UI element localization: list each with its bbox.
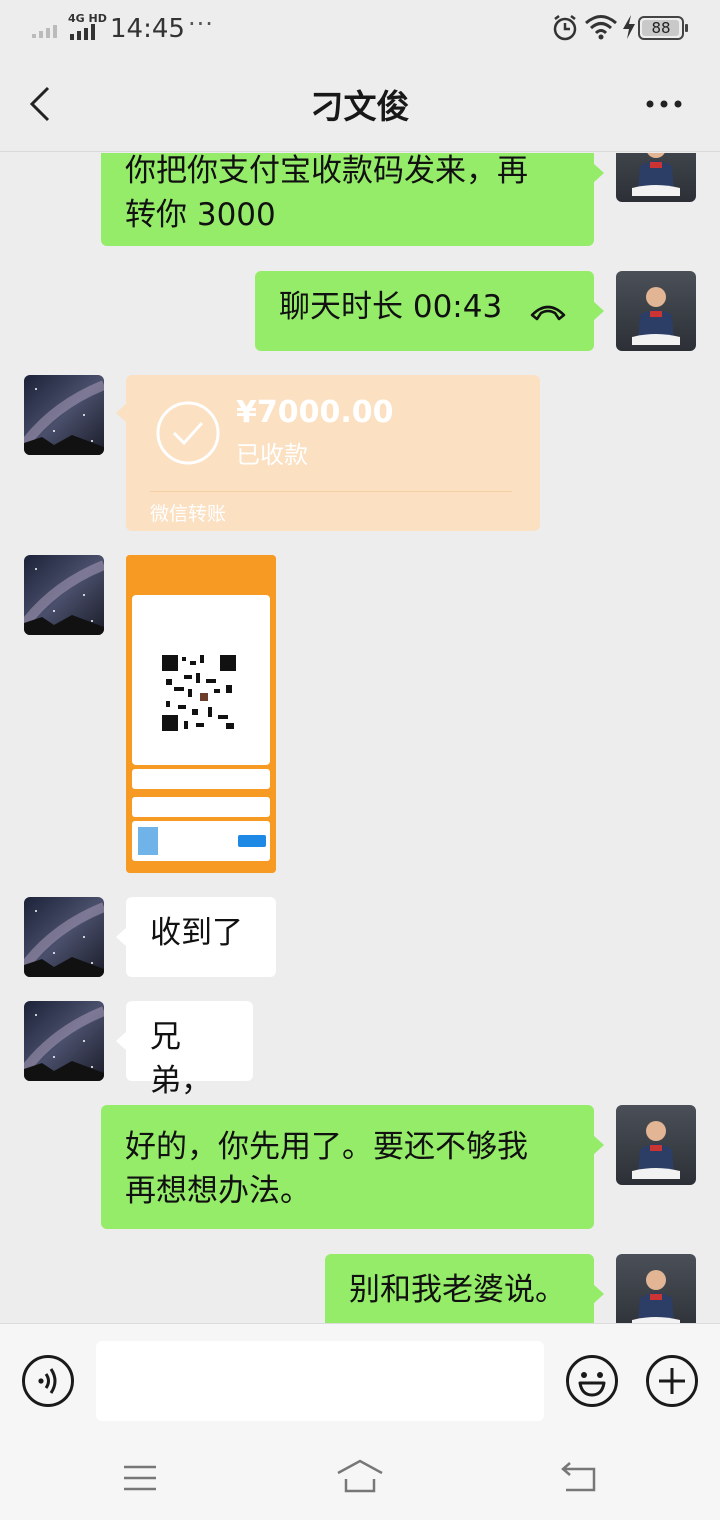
status-bar: 4G HD 14:45 ··· 88 xyxy=(0,0,720,56)
payment-code-image[interactable] xyxy=(126,555,276,873)
message-input[interactable] xyxy=(96,1341,544,1421)
message-bubble-6[interactable]: 兄弟， xyxy=(116,1001,253,1099)
input-bar xyxy=(0,1323,720,1437)
message-text: 兄弟， xyxy=(150,1019,212,1099)
message-bubble-7[interactable]: 好的，你先用了。要还不够我 再想想办法。 xyxy=(101,1105,604,1229)
message-text: 转你 3000 xyxy=(125,197,276,233)
signal-strength-icon xyxy=(32,25,57,38)
emoji-icon[interactable] xyxy=(565,1354,619,1408)
transfer-status: 已收款 xyxy=(236,441,308,469)
signal-strength-secondary-icon xyxy=(70,24,95,40)
message-text: 别和我老婆说。 xyxy=(349,1272,566,1308)
message-text: 好的，你先用了。要还不够我 xyxy=(125,1129,528,1165)
add-more-icon[interactable] xyxy=(645,1354,699,1408)
transfer-card[interactable]: ¥7000.00 已收款 微信转账 xyxy=(116,375,540,531)
recent-apps-icon[interactable] xyxy=(122,1463,158,1493)
voice-input-icon[interactable] xyxy=(21,1354,75,1408)
wifi-icon xyxy=(585,15,617,40)
back-nav-icon[interactable] xyxy=(560,1461,600,1493)
clock-time: 14:45 xyxy=(110,14,185,44)
call-duration-text: 聊天时长 00:43 xyxy=(279,289,503,325)
message-bubble-1[interactable]: 你把你支付宝收款码发来，再 转你 3000 xyxy=(101,153,604,246)
chat-title: 刁文俊 xyxy=(310,87,410,126)
transfer-footer: 微信转账 xyxy=(150,503,227,525)
contact-avatar[interactable] xyxy=(24,1001,104,1081)
battery-icon: 88 xyxy=(638,16,688,40)
received-check-icon xyxy=(156,401,220,465)
wechat-chat-screen: 4G HD 14:45 ··· 88 刁文俊 你把你支付宝收款码发来，再 转你 … xyxy=(0,0,720,1520)
contact-avatar[interactable] xyxy=(24,375,104,455)
charging-icon xyxy=(623,15,635,39)
message-bubble-5[interactable]: 收到了 xyxy=(116,897,276,977)
contact-avatar[interactable] xyxy=(24,555,104,635)
self-avatar[interactable] xyxy=(616,1105,696,1185)
system-navigation-bar xyxy=(0,1437,720,1520)
transfer-divider xyxy=(150,491,512,492)
message-list[interactable]: 你把你支付宝收款码发来，再 转你 3000 聊天时长 00:43 ¥7000.0… xyxy=(0,153,720,1323)
battery-level: 88 xyxy=(651,19,671,37)
alarm-icon xyxy=(553,15,577,41)
transfer-amount: ¥7000.00 xyxy=(236,395,394,430)
self-avatar[interactable] xyxy=(616,1254,696,1323)
self-avatar[interactable] xyxy=(616,153,696,202)
notification-dots: ··· xyxy=(188,10,214,38)
message-bubble-8[interactable]: 别和我老婆说。 xyxy=(325,1254,604,1323)
message-text: 收到了 xyxy=(150,915,243,951)
call-record-bubble[interactable]: 聊天时长 00:43 xyxy=(255,271,604,351)
message-text: 你把你支付宝收款码发来，再 xyxy=(125,153,528,189)
hang-up-icon xyxy=(530,305,566,321)
home-icon[interactable] xyxy=(336,1459,384,1495)
contact-avatar[interactable] xyxy=(24,897,104,977)
self-avatar[interactable] xyxy=(616,271,696,351)
chat-header: 刁文俊 xyxy=(0,56,720,152)
more-options-icon[interactable] xyxy=(644,86,684,122)
message-text: 再想想办法。 xyxy=(125,1173,311,1209)
